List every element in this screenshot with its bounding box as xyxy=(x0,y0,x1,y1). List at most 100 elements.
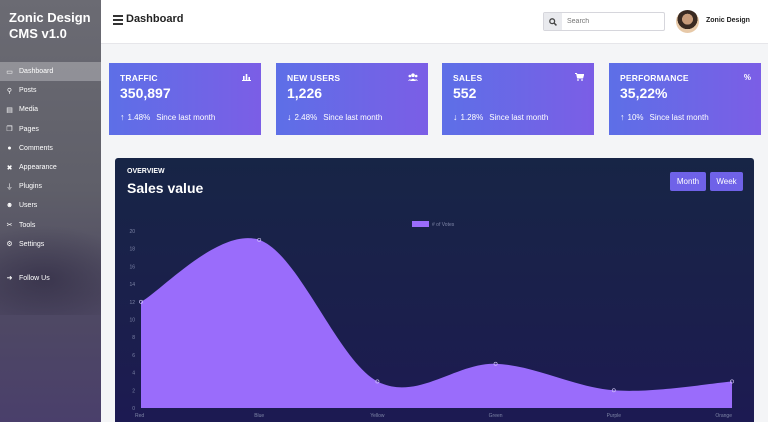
y-tick-label: 10 xyxy=(129,318,135,324)
card-footer: ↓ 1.28% Since last month xyxy=(453,112,548,122)
y-tick-label: 20 xyxy=(129,229,135,235)
card-since: Since last month xyxy=(489,112,549,122)
sidebar-item-label: Media xyxy=(19,106,39,114)
brand-title[interactable]: Zonic Design CMS v1.0 xyxy=(0,0,101,62)
sidebar-item-settings[interactable]: ⚙ Settings xyxy=(0,235,101,254)
stat-card-traffic: TRAFFIC 350,897 ↑ 1.48% Since last month xyxy=(109,63,261,135)
card-value: 552 xyxy=(453,85,477,101)
avatar[interactable] xyxy=(676,10,699,33)
y-tick-label: 6 xyxy=(132,353,135,359)
y-tick-label: 16 xyxy=(129,264,135,270)
sidebar-item-follow-us[interactable]: ➜ Follow Us xyxy=(0,269,101,288)
sidebar-item-users[interactable]: ☻ Users xyxy=(0,196,101,215)
card-value: 1,226 xyxy=(287,85,323,101)
y-tick-label: 14 xyxy=(129,282,135,288)
card-title: SALES xyxy=(453,73,483,83)
arrow-up-icon: ↑ xyxy=(620,112,625,122)
comments-icon: ● xyxy=(7,144,12,152)
sidebar-menu: ▭ Dashboard ⚲ Posts ▤ Media ❐ Pages ● Co… xyxy=(0,62,101,288)
sidebar-item-posts[interactable]: ⚲ Posts xyxy=(0,81,101,100)
arrow-down-icon: ↓ xyxy=(287,112,292,122)
sales-chart-panel: OVERVIEW Sales value Month Week 0 2 4 6 8 10 1… xyxy=(115,158,754,422)
username[interactable]: Zonic Design xyxy=(706,17,750,24)
card-change: 1.48% xyxy=(127,112,151,122)
y-tick-label: 2 xyxy=(132,388,135,394)
card-value: 35,22% xyxy=(620,85,668,101)
arrow-circle-icon: ➜ xyxy=(6,275,13,283)
hamburger-icon[interactable] xyxy=(113,15,123,25)
stat-card-performance: PERFORMANCE 35,22% % ↑ 10% Since last mo… xyxy=(609,63,761,135)
pin-icon: ⚲ xyxy=(6,87,13,95)
y-tick-label: 18 xyxy=(129,247,135,253)
x-tick-label: Red xyxy=(135,413,144,419)
arrow-down-icon: ↓ xyxy=(453,112,458,122)
sidebar-item-label: Follow Us xyxy=(19,274,50,282)
chart-bar-icon xyxy=(242,73,251,83)
area-series xyxy=(141,238,732,408)
cart-icon xyxy=(575,72,585,83)
sidebar-item-label: Plugins xyxy=(19,183,42,191)
stat-card-sales: SALES 552 ↓ 1.28% Since last month xyxy=(442,63,594,135)
sidebar-spacer xyxy=(0,254,101,269)
sidebar-item-label: Posts xyxy=(19,87,37,95)
stat-card-new-users: NEW USERS 1,226 ↓ 2.48% Since last month xyxy=(276,63,428,135)
sidebar-item-label: Dashboard xyxy=(19,68,54,76)
card-value: 350,897 xyxy=(120,85,171,101)
percent-icon: % xyxy=(743,73,751,82)
arrow-up-icon: ↑ xyxy=(120,112,125,122)
tools-icon: ✂ xyxy=(6,222,13,230)
x-tick-label: Purple xyxy=(607,413,622,419)
sidebar-item-pages[interactable]: ❐ Pages xyxy=(0,120,101,139)
card-title: NEW USERS xyxy=(287,73,341,83)
monitor-icon: ▭ xyxy=(6,68,13,76)
search-input[interactable] xyxy=(562,13,662,30)
x-tick-label: Orange xyxy=(715,413,732,419)
sidebar-item-appearance[interactable]: ✖ Appearance xyxy=(0,158,101,177)
sidebar-item-label: Users xyxy=(19,202,38,210)
x-tick-label: Yellow xyxy=(370,413,385,419)
sidebar: Zonic Design CMS v1.0 ▭ Dashboard ⚲ Post… xyxy=(0,0,101,422)
card-change: 2.48% xyxy=(294,112,318,122)
card-change: 1.28% xyxy=(460,112,484,122)
card-change: 10% xyxy=(627,112,644,122)
sidebar-item-comments[interactable]: ● Comments xyxy=(0,139,101,158)
x-tick-label: Green xyxy=(489,413,503,419)
sidebar-item-label: Appearance xyxy=(19,164,57,172)
sidebar-item-label: Tools xyxy=(19,221,36,229)
page-title: Dashboard xyxy=(126,13,184,25)
card-footer: ↑ 1.48% Since last month xyxy=(120,112,215,122)
copy-icon: ❐ xyxy=(6,126,13,134)
sidebar-item-media[interactable]: ▤ Media xyxy=(0,100,101,119)
sales-chart: 0 2 4 6 8 10 12 14 16 18 20 Red Blue Yellow Green Purpl… xyxy=(129,221,734,419)
sidebar-item-label: Pages xyxy=(19,125,39,133)
card-since: Since last month xyxy=(156,112,216,122)
users-icon xyxy=(408,73,418,83)
search-icon xyxy=(549,17,557,26)
x-tick-label: Blue xyxy=(254,413,264,419)
plug-icon: ⏚ xyxy=(6,183,13,191)
images-icon: ▤ xyxy=(6,106,13,114)
sidebar-item-label: Comments xyxy=(19,144,53,152)
card-since: Since last month xyxy=(323,112,383,122)
legend-swatch[interactable] xyxy=(412,221,429,227)
card-title: TRAFFIC xyxy=(120,73,158,83)
top-header: Dashboard Zonic Design xyxy=(101,0,768,44)
legend-label[interactable]: # of Votes xyxy=(432,222,455,228)
cogs-icon: ⚙ xyxy=(6,241,13,249)
y-tick-label: 12 xyxy=(129,300,135,306)
search-button[interactable] xyxy=(544,13,562,30)
sidebar-item-plugins[interactable]: ⏚ Plugins xyxy=(0,177,101,196)
card-footer: ↑ 10% Since last month xyxy=(620,112,709,122)
card-title: PERFORMANCE xyxy=(620,73,689,83)
y-tick-label: 4 xyxy=(132,371,135,377)
users-icon: ☻ xyxy=(5,202,14,210)
sidebar-item-label: Settings xyxy=(19,240,45,248)
card-footer: ↓ 2.48% Since last month xyxy=(287,112,382,122)
paint-icon: ✖ xyxy=(6,164,13,172)
search-box xyxy=(543,12,665,31)
sidebar-item-tools[interactable]: ✂ Tools xyxy=(0,216,101,235)
y-tick-label: 0 xyxy=(132,406,135,412)
sidebar-item-dashboard[interactable]: ▭ Dashboard xyxy=(0,62,101,82)
card-since: Since last month xyxy=(649,112,709,122)
y-tick-label: 8 xyxy=(132,335,135,341)
